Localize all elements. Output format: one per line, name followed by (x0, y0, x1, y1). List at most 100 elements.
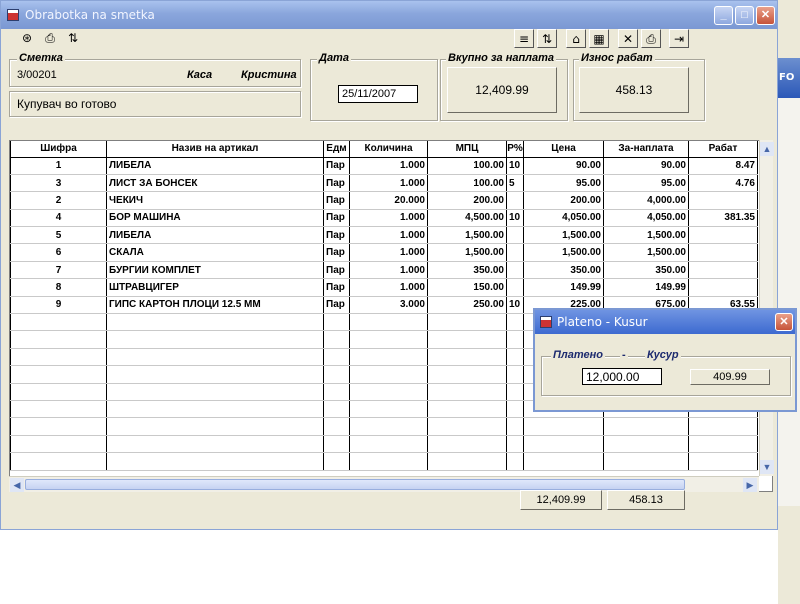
table-cell[interactable] (349, 365, 428, 384)
table-cell[interactable] (427, 435, 507, 454)
table-cell[interactable]: 10 (506, 157, 524, 175)
table-cell[interactable]: 1.000 (349, 209, 428, 228)
table-cell[interactable]: 4,050.00 (603, 209, 689, 228)
table-row[interactable]: 7 БУРГИИ КОМПЛЕТ Пар 1.000 350.00 350.00 350.0… (10, 261, 758, 280)
sort-az-icon[interactable]: ⇅ (63, 29, 83, 48)
table-cell[interactable] (506, 191, 524, 210)
table-cell[interactable] (506, 330, 524, 349)
table-cell[interactable]: 350.00 (523, 261, 604, 280)
table-cell[interactable] (323, 417, 350, 436)
table-cell[interactable]: ЛИБЕЛА (106, 157, 324, 175)
table-cell[interactable] (10, 313, 107, 332)
table-cell[interactable]: Пар (323, 296, 350, 315)
table-cell[interactable] (688, 243, 758, 262)
column-header[interactable]: За-наплата (603, 141, 689, 158)
table-cell[interactable] (523, 452, 604, 471)
table-cell[interactable]: ЧЕКИЧ (106, 191, 324, 210)
column-header[interactable]: Едм (323, 141, 350, 158)
table-cell[interactable] (506, 435, 524, 454)
scroll-left-icon[interactable]: ◀ (10, 478, 24, 492)
table-cell[interactable] (688, 261, 758, 280)
table-cell[interactable]: 1.000 (349, 261, 428, 280)
table-cell[interactable]: 1.000 (349, 157, 428, 175)
title-bar[interactable]: Obrabotka na smetka _ □ ✕ (1, 1, 777, 29)
table-cell[interactable]: 95.00 (603, 174, 689, 193)
table-cell[interactable]: ШТРАВЦИГЕР (106, 278, 324, 297)
table-cell[interactable] (106, 435, 324, 454)
calculator-icon[interactable]: ▦ (589, 29, 609, 48)
table-cell[interactable] (506, 278, 524, 297)
table-row-empty[interactable] (10, 417, 758, 436)
table-row[interactable]: 1 ЛИБЕЛА Пар 1.000 100.00 10 90.00 90.00 8.47 (10, 157, 758, 175)
table-cell[interactable] (106, 348, 324, 367)
table-cell[interactable] (688, 417, 758, 436)
table-cell[interactable]: 1,500.00 (603, 243, 689, 262)
table-cell[interactable]: ЛИБЕЛА (106, 226, 324, 245)
table-cell[interactable]: 2 (10, 191, 107, 210)
table-cell[interactable]: Пар (323, 261, 350, 280)
table-cell[interactable] (10, 417, 107, 436)
table-cell[interactable] (10, 365, 107, 384)
table-cell[interactable]: 5 (506, 174, 524, 193)
table-cell[interactable] (10, 348, 107, 367)
table-cell[interactable] (427, 365, 507, 384)
table-cell[interactable] (506, 417, 524, 436)
table-cell[interactable] (349, 330, 428, 349)
table-cell[interactable] (427, 400, 507, 419)
dialog-title-bar[interactable]: Plateno - Kusur ✕ (535, 310, 795, 334)
table-row[interactable]: 5 ЛИБЕЛА Пар 1.000 1,500.00 1,500.00 1,500.00 (10, 226, 758, 245)
table-cell[interactable] (106, 330, 324, 349)
column-header[interactable]: Цена (523, 141, 604, 158)
column-header[interactable]: МПЦ (427, 141, 507, 158)
table-cell[interactable]: 90.00 (603, 157, 689, 175)
delete-icon[interactable]: ✕ (618, 29, 638, 48)
table-cell[interactable]: Пар (323, 157, 350, 175)
table-cell[interactable]: 8.47 (688, 157, 758, 175)
table-cell[interactable] (323, 365, 350, 384)
table-cell[interactable]: 1,500.00 (523, 226, 604, 245)
table-row[interactable]: 4 БОР МАШИНА Пар 1.000 4,500.00 10 4,050.00 4,0… (10, 209, 758, 228)
table-cell[interactable] (688, 278, 758, 297)
table-cell[interactable]: 1.000 (349, 243, 428, 262)
table-row-empty[interactable] (10, 435, 758, 454)
print-icon[interactable]: ⎙ (641, 29, 661, 48)
exit-icon[interactable]: ⇥ (669, 29, 689, 48)
table-cell[interactable]: 20.000 (349, 191, 428, 210)
table-cell[interactable] (506, 243, 524, 262)
table-cell[interactable]: 100.00 (427, 174, 507, 193)
scroll-right-icon[interactable]: ▶ (743, 478, 757, 492)
open-folder-icon[interactable]: ⌂ (566, 29, 586, 48)
scroll-thumb[interactable] (25, 479, 685, 490)
print-icon[interactable]: ⎙ (40, 29, 60, 48)
maximize-button[interactable]: □ (735, 6, 754, 25)
table-cell[interactable]: 381.35 (688, 209, 758, 228)
table-cell[interactable] (10, 383, 107, 401)
table-cell[interactable]: 90.00 (523, 157, 604, 175)
table-cell[interactable]: ГИПС КАРТОН ПЛОЦИ 12.5 ММ (106, 296, 324, 315)
table-cell[interactable]: 3 (10, 174, 107, 193)
table-cell[interactable] (106, 313, 324, 332)
table-cell[interactable] (349, 417, 428, 436)
table-cell[interactable]: 6 (10, 243, 107, 262)
date-input[interactable]: 25/11/2007 (338, 85, 418, 103)
table-cell[interactable]: Пар (323, 174, 350, 193)
table-cell[interactable] (506, 452, 524, 471)
table-cell[interactable] (688, 452, 758, 471)
scroll-up-icon[interactable]: ▲ (760, 142, 774, 156)
table-cell[interactable] (323, 330, 350, 349)
table-cell[interactable] (323, 313, 350, 332)
paid-amount-input[interactable]: 12,000.00 (582, 368, 662, 385)
table-cell[interactable] (349, 452, 428, 471)
table-cell[interactable] (506, 313, 524, 332)
table-cell[interactable]: 1,500.00 (427, 226, 507, 245)
table-cell[interactable]: 95.00 (523, 174, 604, 193)
table-cell[interactable] (523, 435, 604, 454)
table-cell[interactable] (688, 191, 758, 210)
column-header[interactable]: Р% (506, 141, 524, 158)
table-cell[interactable]: БУРГИИ КОМПЛЕТ (106, 261, 324, 280)
table-cell[interactable]: 250.00 (427, 296, 507, 315)
table-cell[interactable]: 4,000.00 (603, 191, 689, 210)
table-cell[interactable]: 100.00 (427, 157, 507, 175)
table-cell[interactable] (506, 348, 524, 367)
table-cell[interactable] (106, 365, 324, 384)
